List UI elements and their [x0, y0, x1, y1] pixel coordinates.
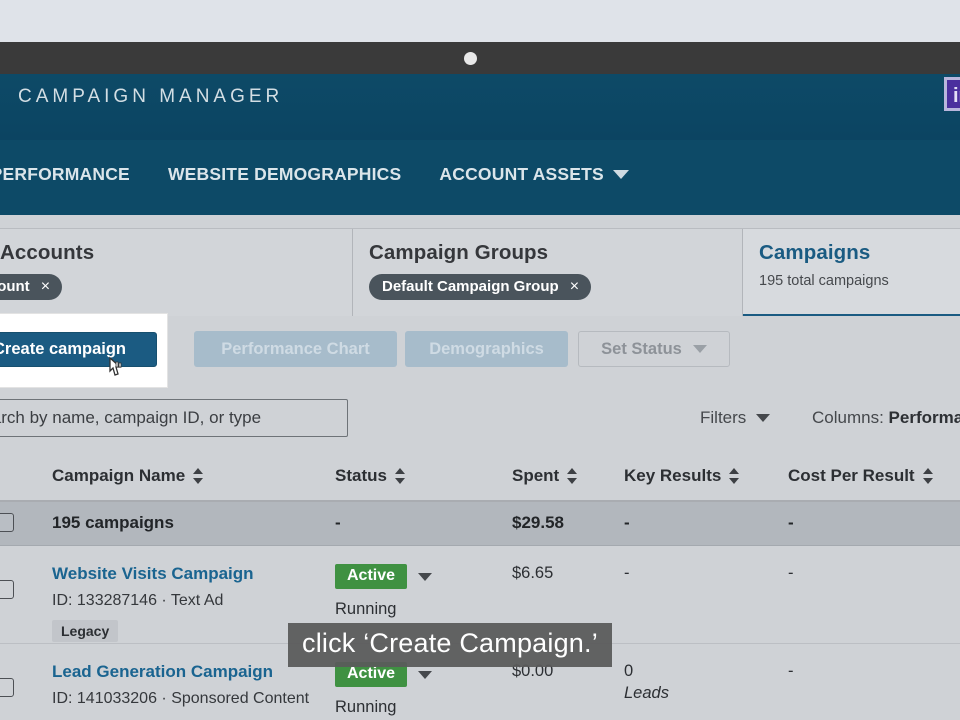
columns-value: Performa	[888, 408, 960, 427]
chip-label: Default Campaign Group	[382, 278, 559, 295]
create-campaign-button[interactable]: Create campaign	[0, 332, 157, 367]
key-results-unit: Leads	[624, 684, 669, 702]
search-input[interactable]	[0, 399, 348, 437]
performance-chart-button[interactable]: Performance Chart	[194, 331, 397, 367]
campaigns-table: Campaign Name Status Spent Key Results C…	[0, 455, 960, 720]
set-status-button[interactable]: Set Status	[578, 331, 730, 367]
facet-campaigns-subtitle: 195 total campaigns	[759, 273, 889, 289]
chip-label: Tom's Ad Account	[0, 278, 30, 295]
close-icon[interactable]: ×	[570, 278, 579, 295]
window-dot-icon	[464, 52, 477, 65]
row-key-results: -	[624, 564, 630, 583]
facet-filter-panel: Accounts Tom's Ad Account × Campaign Gro…	[0, 228, 960, 317]
close-icon[interactable]: ×	[41, 278, 50, 295]
row-campaign-cell: Website Visits Campaign ID: 133287146 · …	[52, 564, 254, 642]
demographics-button[interactable]: Demographics	[405, 331, 568, 367]
columns-prefix: Columns:	[812, 408, 889, 427]
row-checkbox[interactable]	[0, 580, 14, 599]
column-label: Status	[335, 466, 387, 485]
status-sub-label: Running	[335, 600, 397, 618]
chevron-down-icon[interactable]	[418, 670, 433, 679]
facet-accounts-chip[interactable]: Tom's Ad Account ×	[0, 274, 63, 300]
sort-icon[interactable]	[193, 467, 204, 485]
column-label: Spent	[512, 466, 560, 485]
key-results-value: -	[624, 564, 630, 582]
campaign-meta: ID: 133287146 · Text Ad	[52, 592, 224, 609]
facet-campaign-groups[interactable]: Campaign Groups Default Campaign Group ×	[353, 229, 743, 317]
status-sub-label: Running	[335, 698, 397, 716]
row-checkbox[interactable]	[0, 678, 14, 697]
letterbox-top	[0, 0, 960, 42]
nav-tab-account-assets[interactable]: ACCOUNT ASSETS	[439, 160, 629, 189]
profile-avatar[interactable]: in	[944, 77, 960, 111]
row-cost-per-result: -	[788, 564, 794, 582]
filters-label: Filters	[700, 408, 747, 427]
row-cost-per-result: -	[788, 662, 794, 680]
summary-key-results: -	[624, 513, 630, 532]
facet-groups-title: Campaign Groups	[369, 241, 549, 264]
facet-accounts-title: Accounts	[0, 241, 95, 264]
status-badge: Active	[335, 564, 408, 589]
campaign-name-link[interactable]: Website Visits Campaign	[52, 564, 254, 584]
table-header-row: Campaign Name Status Spent Key Results C…	[0, 455, 960, 502]
primary-nav-items: CAMPAIGN PERFORMANCE WEBSITE DEMOGRAPHIC…	[0, 160, 629, 189]
facet-groups-chip[interactable]: Default Campaign Group ×	[369, 274, 592, 300]
sort-icon[interactable]	[567, 467, 578, 485]
facet-accounts[interactable]: Accounts Tom's Ad Account ×	[0, 229, 353, 317]
facet-campaigns[interactable]: Campaigns 195 total campaigns	[743, 229, 960, 317]
summary-cost-per-result: -	[788, 513, 794, 532]
column-label: Key Results	[624, 466, 722, 485]
set-status-label: Set Status	[601, 339, 682, 358]
nav-tab-label: CAMPAIGN PERFORMANCE	[0, 164, 130, 184]
row-status-cell: Active Running	[335, 564, 433, 619]
columns-selector[interactable]: Columns: Performa	[812, 408, 960, 428]
sort-icon[interactable]	[394, 467, 406, 485]
campaign-meta: ID: 141033206 · Sponsored Content	[52, 690, 310, 707]
sort-icon[interactable]	[922, 467, 934, 485]
row-key-results: 0 Leads	[624, 662, 669, 703]
column-label: Campaign Name	[52, 466, 186, 485]
tutorial-caption: click ‘Create Campaign.’	[288, 623, 612, 667]
summary-status: -	[335, 513, 341, 532]
column-label: Cost Per Result	[788, 466, 915, 485]
nav-tab-campaign-performance[interactable]: CAMPAIGN PERFORMANCE	[0, 160, 130, 189]
avatar-initials: in	[953, 85, 960, 107]
facet-campaigns-title: Campaigns	[759, 241, 871, 264]
chevron-down-icon	[756, 414, 771, 422]
campaign-name-link[interactable]: Lead Generation Campaign	[52, 662, 309, 682]
sort-icon[interactable]	[729, 467, 740, 485]
status-control[interactable]: Active	[335, 564, 433, 589]
campaign-tag-legacy: Legacy	[52, 620, 119, 642]
nav-tab-website-demographics[interactable]: WEBSITE DEMOGRAPHICS	[168, 160, 401, 189]
nav-tab-label: ACCOUNT ASSETS	[439, 164, 604, 184]
chevron-down-icon	[612, 170, 629, 179]
column-header-campaign-name[interactable]: Campaign Name	[52, 466, 204, 486]
app-title: CAMPAIGN MANAGER	[18, 86, 284, 107]
column-header-spent[interactable]: Spent	[512, 466, 578, 486]
window-chrome-bar	[0, 42, 960, 74]
screen-recording-frame: CAMPAIGN MANAGER in CAMPAIGN PERFORMANCE…	[0, 0, 960, 720]
column-header-cost-per-result[interactable]: Cost Per Result	[788, 466, 934, 486]
row-spent: $6.65	[512, 564, 554, 582]
row-campaign-cell: Lead Generation Campaign ID: 141033206 ·…	[52, 662, 309, 708]
key-results-value: 0	[624, 662, 634, 680]
column-header-key-results[interactable]: Key Results	[624, 466, 740, 486]
select-all-checkbox[interactable]	[0, 513, 14, 532]
summary-campaign-count: 195 campaigns	[52, 513, 174, 532]
summary-spent: $29.58	[512, 513, 564, 532]
column-header-status[interactable]: Status	[335, 466, 406, 486]
table-summary-row: 195 campaigns - $29.58 - -	[0, 502, 960, 546]
chevron-down-icon[interactable]	[418, 572, 433, 581]
filters-dropdown[interactable]: Filters	[700, 408, 771, 428]
nav-tab-label: WEBSITE DEMOGRAPHICS	[167, 164, 402, 184]
row-status-cell: Active Running	[335, 662, 433, 717]
chevron-down-icon	[692, 345, 707, 353]
mouse-cursor-pointer	[109, 356, 122, 376]
